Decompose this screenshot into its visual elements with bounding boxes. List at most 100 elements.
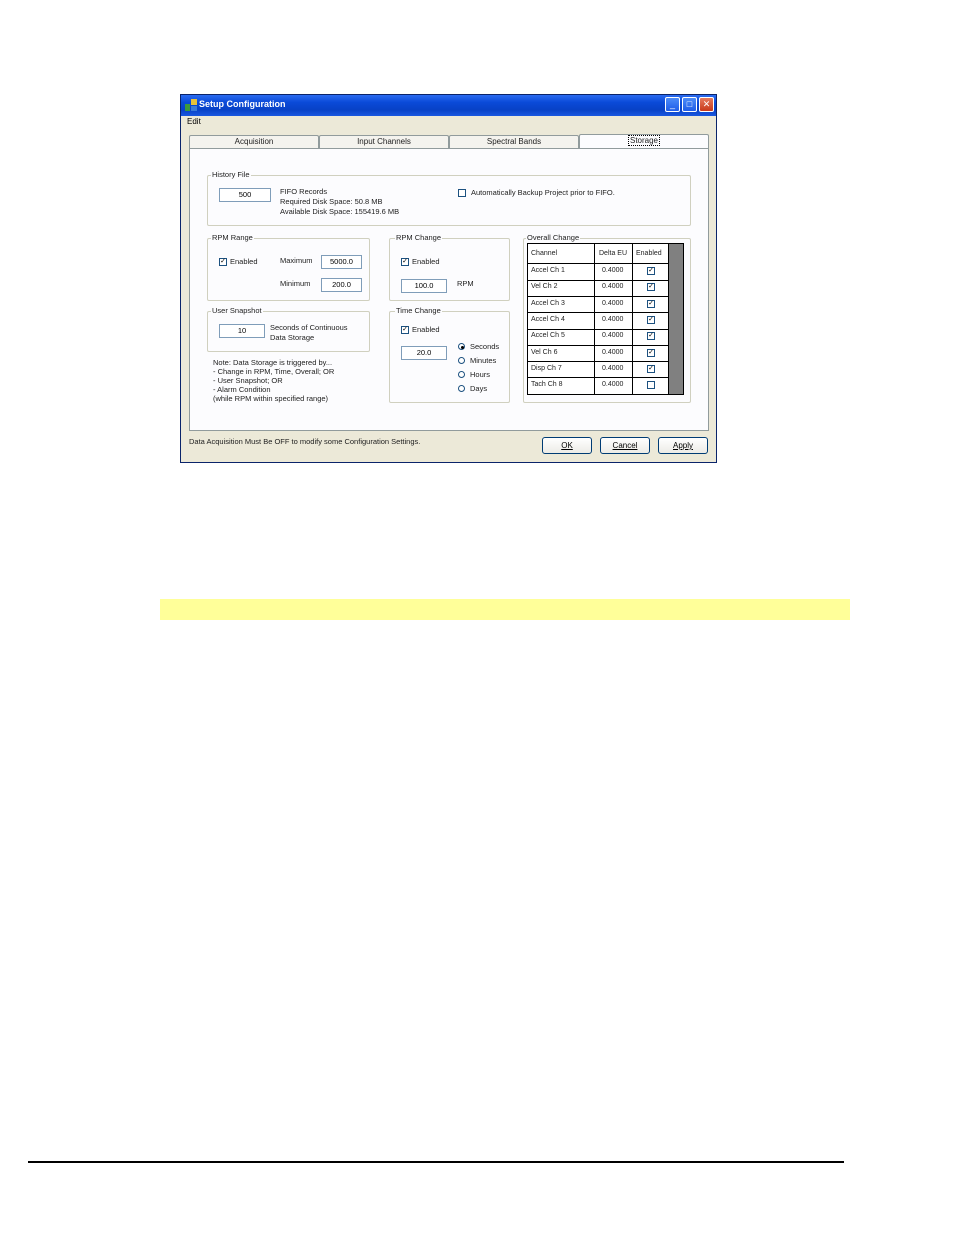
minimize-button[interactable]: _ bbox=[665, 97, 680, 112]
row-6-enabled-checkbox[interactable]: ✓ bbox=[647, 349, 655, 357]
row-4-channel: Accel Ch 4 bbox=[531, 316, 565, 323]
rpm-minimum-label: Minimum bbox=[280, 279, 311, 288]
menu-bar: Edit bbox=[181, 116, 716, 127]
close-button[interactable]: ✕ bbox=[699, 97, 714, 112]
user-snapshot-text-1: Seconds of Continuous bbox=[270, 323, 348, 332]
title-bar[interactable]: Setup Configuration _ □ ✕ bbox=[181, 95, 716, 116]
time-change-enabled-label: Enabled bbox=[412, 325, 440, 334]
table-row-line bbox=[528, 312, 669, 313]
tab-spectral-bands[interactable]: Spectral Bands bbox=[449, 135, 579, 148]
tab-storage-label: Storage bbox=[627, 135, 661, 146]
table-col-line bbox=[632, 244, 633, 394]
row-8-delta[interactable]: 0.4000 bbox=[602, 381, 623, 388]
note-line-4: - Alarm Condition bbox=[213, 385, 271, 394]
user-snapshot-text-2: Data Storage bbox=[270, 333, 315, 342]
row-6-delta[interactable]: 0.4000 bbox=[602, 349, 623, 356]
tab-storage[interactable]: Storage bbox=[579, 134, 709, 149]
user-snapshot-input[interactable]: 10 bbox=[219, 324, 265, 338]
rpm-change-unit: RPM bbox=[457, 279, 474, 288]
rpm-range-enabled-checkbox[interactable]: ✓ bbox=[219, 258, 227, 266]
rpm-change-input[interactable]: 100.0 bbox=[401, 279, 447, 293]
radio-seconds-label: Seconds bbox=[470, 342, 500, 351]
rpm-change-enabled-checkbox[interactable]: ✓ bbox=[401, 258, 409, 266]
overall-change-label: Overall Change bbox=[526, 233, 581, 242]
user-snapshot-label: User Snapshot bbox=[211, 306, 263, 315]
row-3-enabled-checkbox[interactable]: ✓ bbox=[647, 300, 655, 308]
tab-acquisition[interactable]: Acquisition bbox=[189, 135, 319, 148]
history-file-label: History File bbox=[211, 170, 251, 179]
row-4-enabled-checkbox[interactable]: ✓ bbox=[647, 316, 655, 324]
table-row-line bbox=[528, 377, 669, 378]
radio-hours[interactable] bbox=[458, 371, 465, 378]
footer-rule bbox=[28, 1161, 844, 1163]
row-2-delta[interactable]: 0.4000 bbox=[602, 283, 623, 290]
rpm-maximum-label: Maximum bbox=[280, 256, 313, 265]
row-7-enabled-checkbox[interactable]: ✓ bbox=[647, 365, 655, 373]
row-7-delta[interactable]: 0.4000 bbox=[602, 365, 623, 372]
menu-edit[interactable]: Edit bbox=[187, 117, 201, 126]
row-5-enabled-checkbox[interactable]: ✓ bbox=[647, 332, 655, 340]
time-change-enabled-checkbox[interactable]: ✓ bbox=[401, 326, 409, 334]
fifo-records-label: FIFO Records bbox=[280, 187, 328, 196]
row-4-delta[interactable]: 0.4000 bbox=[602, 316, 623, 323]
status-text: Data Acquisition Must Be OFF to modify s… bbox=[189, 437, 421, 446]
rpm-change-label: RPM Change bbox=[395, 233, 443, 242]
row-1-delta[interactable]: 0.4000 bbox=[602, 267, 623, 274]
auto-backup-checkbox[interactable] bbox=[458, 189, 466, 197]
highlight-bar bbox=[160, 599, 850, 620]
tab-input-channels[interactable]: Input Channels bbox=[319, 135, 449, 148]
row-7-channel: Disp Ch 7 bbox=[531, 365, 562, 372]
overall-change-table: Channel Delta EU Enabled Accel Ch 1 0.40… bbox=[527, 243, 684, 395]
row-3-delta[interactable]: 0.4000 bbox=[602, 300, 623, 307]
required-disk-space: Required Disk Space: 50.8 MB bbox=[280, 197, 383, 206]
app-icon bbox=[185, 99, 197, 111]
row-1-enabled-checkbox[interactable]: ✓ bbox=[647, 267, 655, 275]
row-5-delta[interactable]: 0.4000 bbox=[602, 332, 623, 339]
setup-configuration-window: Setup Configuration _ □ ✕ Edit Acquisiti… bbox=[180, 94, 717, 463]
table-row-line bbox=[528, 345, 669, 346]
time-change-input[interactable]: 20.0 bbox=[401, 346, 447, 360]
fifo-records-input[interactable]: 500 bbox=[219, 188, 271, 202]
apply-button[interactable]: Apply bbox=[658, 437, 708, 454]
radio-days-label: Days bbox=[470, 384, 488, 393]
table-row-line bbox=[528, 296, 669, 297]
table-row-line bbox=[528, 361, 669, 362]
row-3-channel: Accel Ch 3 bbox=[531, 300, 565, 307]
row-6-channel: Vel Ch 6 bbox=[531, 349, 558, 356]
radio-hours-label: Hours bbox=[470, 370, 491, 379]
rpm-minimum-input[interactable]: 200.0 bbox=[321, 278, 362, 292]
cancel-button[interactable]: Cancel bbox=[600, 437, 650, 454]
rpm-change-enabled-label: Enabled bbox=[412, 257, 440, 266]
header-channel: Channel bbox=[531, 250, 558, 257]
table-row-line bbox=[528, 329, 669, 330]
ok-button[interactable]: OK bbox=[542, 437, 592, 454]
row-5-channel: Accel Ch 5 bbox=[531, 332, 565, 339]
auto-backup-label: Automatically Backup Project prior to FI… bbox=[471, 188, 615, 197]
row-2-enabled-checkbox[interactable]: ✓ bbox=[647, 283, 655, 291]
rpm-maximum-input[interactable]: 5000.0 bbox=[321, 255, 362, 269]
table-col-line bbox=[668, 244, 669, 394]
maximize-button[interactable]: □ bbox=[682, 97, 697, 112]
table-row-line bbox=[528, 280, 669, 281]
note-line-1: Note: Data Storage is triggered by... bbox=[213, 358, 333, 367]
window-title: Setup Configuration bbox=[199, 99, 286, 109]
note-line-3: - User Snapshot; OR bbox=[213, 376, 283, 385]
note-line-5: (while RPM within specified range) bbox=[213, 394, 329, 403]
time-change-label: Time Change bbox=[395, 306, 442, 315]
header-delta-eu: Delta EU bbox=[599, 250, 628, 257]
table-scrollbar[interactable] bbox=[669, 244, 683, 394]
radio-days[interactable] bbox=[458, 385, 465, 392]
rpm-range-label: RPM Range bbox=[211, 233, 254, 242]
note-line-2: - Change in RPM, Time, Overall; OR bbox=[213, 367, 335, 376]
row-8-channel: Tach Ch 8 bbox=[531, 381, 563, 388]
row-2-channel: Vel Ch 2 bbox=[531, 283, 558, 290]
radio-minutes[interactable] bbox=[458, 357, 465, 364]
available-disk-space: Available Disk Space: 155419.6 MB bbox=[280, 207, 400, 216]
rpm-range-enabled-label: Enabled bbox=[230, 257, 258, 266]
row-8-enabled-checkbox[interactable] bbox=[647, 381, 655, 389]
table-row-line bbox=[528, 263, 669, 264]
table-col-line bbox=[594, 244, 595, 394]
radio-seconds[interactable] bbox=[458, 343, 465, 350]
row-1-channel: Accel Ch 1 bbox=[531, 267, 565, 274]
header-enabled: Enabled bbox=[636, 250, 662, 257]
